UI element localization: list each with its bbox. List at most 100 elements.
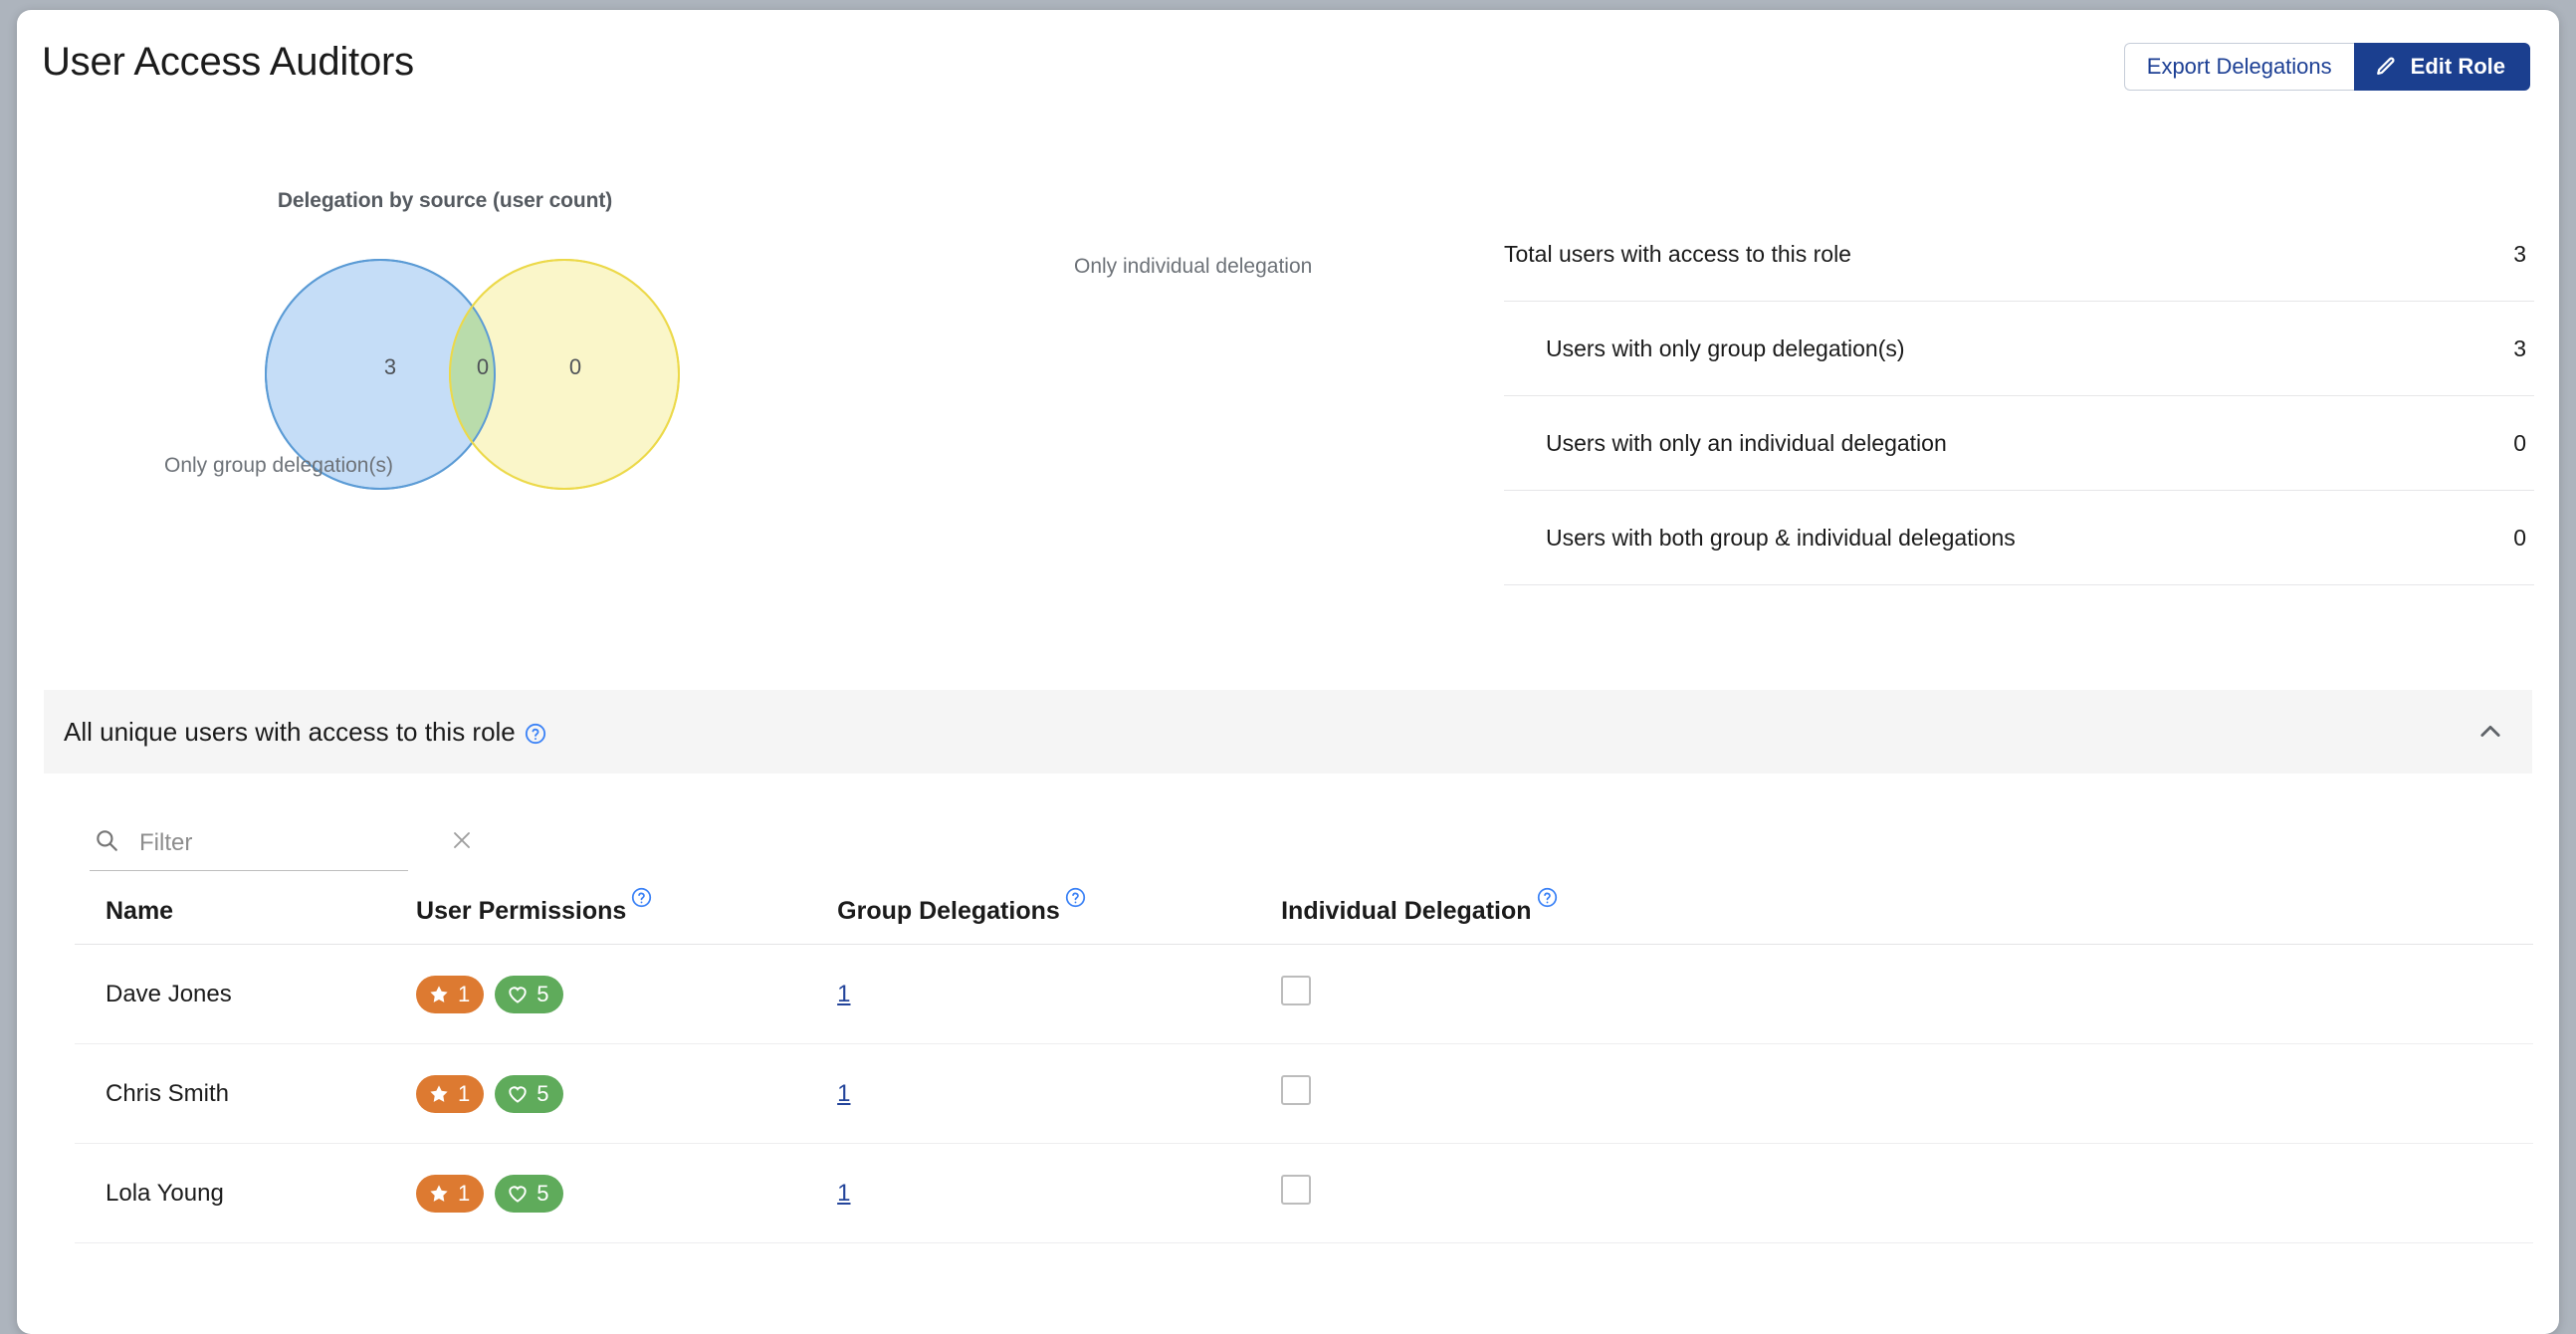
- permission-badges: 1 5: [416, 1174, 837, 1213]
- star-icon: [428, 1083, 450, 1105]
- group-delegations-link[interactable]: 1: [837, 1080, 850, 1107]
- venn-right-label: Only individual delegation: [1074, 255, 1313, 278]
- filter-input[interactable]: [137, 827, 450, 858]
- stat-row: Users with both group & individual deleg…: [1504, 491, 2534, 585]
- venn-diagram: Delegation by source (user count) Only g…: [17, 117, 1490, 615]
- stat-value: 0: [2513, 524, 2526, 551]
- column-header-text: Individual Delegation: [1281, 897, 1532, 925]
- permission-badges: 1 5: [416, 1074, 837, 1113]
- stats-table: Total users with access to this role 3 U…: [1504, 207, 2534, 585]
- star-count: 1: [458, 981, 471, 1006]
- users-panel-body: Name User Permissions: [44, 815, 2533, 1243]
- stat-label: Total users with access to this role: [1504, 240, 1851, 267]
- column-header-individual-delegation: Individual Delegation: [1281, 887, 2533, 945]
- individual-delegation-cell: [1281, 1043, 2533, 1144]
- venn-right-count: 0: [568, 354, 582, 379]
- individual-delegation-checkbox[interactable]: [1281, 976, 1312, 1005]
- column-header-user-permissions: User Permissions: [416, 887, 838, 945]
- close-icon[interactable]: [450, 828, 480, 857]
- individual-delegation-cell: [1281, 1143, 2533, 1243]
- filter-field: [90, 815, 470, 871]
- stat-label: Users with both group & individual deleg…: [1546, 524, 2016, 551]
- help-circle-icon[interactable]: [1537, 886, 1558, 908]
- individual-delegation-cell: [1281, 944, 2533, 1044]
- chevron-up-icon[interactable]: [2476, 718, 2504, 746]
- header-actions: Export Delegations Edit Role: [2123, 43, 2530, 91]
- venn-left-label: Only group delegation(s): [164, 454, 393, 477]
- column-header-group-delegations: Group Delegations: [837, 887, 1282, 945]
- users-table-body: Dave Jones 1 5 1 Chris Smith 1 5 1 Lola …: [75, 944, 2533, 1243]
- stat-row: Total users with access to this role 3: [1504, 207, 2534, 302]
- stat-label: Users with only group delegation(s): [1546, 334, 1905, 361]
- user-permissions-cell: 1 5: [416, 1143, 838, 1243]
- user-name-cell: Chris Smith: [75, 1043, 417, 1144]
- help-circle-icon[interactable]: [525, 721, 546, 745]
- group-delegations-cell: 1: [837, 944, 1282, 1044]
- table-row: Chris Smith 1 5 1: [75, 1043, 2533, 1144]
- star-count: 1: [458, 1180, 471, 1206]
- users-panel-header[interactable]: All unique users with access to this rol…: [44, 690, 2532, 774]
- heart-permission-badge[interactable]: 5: [495, 975, 563, 1013]
- venn-title: Delegation by source (user count): [17, 189, 1490, 213]
- page-header: User Access Auditors Export Delegations …: [17, 10, 2559, 117]
- column-header-group-delegations-label: Group Delegations: [837, 887, 1086, 926]
- page-title: User Access Auditors: [42, 40, 414, 84]
- star-permission-badge[interactable]: 1: [416, 1174, 485, 1213]
- edit-role-button[interactable]: Edit Role: [2353, 43, 2530, 91]
- help-circle-icon[interactable]: [1065, 886, 1086, 908]
- heart-count: 5: [537, 1180, 549, 1206]
- page-card: User Access Auditors Export Delegations …: [17, 10, 2559, 1334]
- venn-title-text: Delegation by source (user count): [277, 189, 613, 212]
- table-row: Lola Young 1 5 1: [75, 1143, 2533, 1243]
- pencil-icon: [2375, 56, 2397, 78]
- heart-permission-badge[interactable]: 5: [495, 1174, 563, 1213]
- venn-left-count: 3: [383, 354, 397, 379]
- stat-label: Users with only an individual delegation: [1546, 429, 1947, 456]
- column-header-text: Group Delegations: [837, 897, 1060, 925]
- users-table-head: Name User Permissions Group Delegations …: [75, 887, 2533, 945]
- user-permissions-cell: 1 5: [416, 1043, 838, 1144]
- export-delegations-button[interactable]: Export Delegations: [2123, 43, 2354, 91]
- user-name-cell: Lola Young: [75, 1143, 417, 1243]
- heart-icon: [507, 984, 529, 1005]
- stat-value: 0: [2513, 429, 2526, 456]
- users-panel-title: All unique users with access to this rol…: [64, 717, 546, 748]
- heart-count: 5: [537, 981, 549, 1006]
- users-panel: All unique users with access to this rol…: [44, 690, 2533, 1243]
- individual-delegation-checkbox[interactable]: [1281, 1075, 1312, 1105]
- group-delegations-cell: 1: [837, 1043, 1282, 1144]
- column-header-name-label: Name: [106, 897, 174, 925]
- heart-permission-badge[interactable]: 5: [495, 1074, 563, 1113]
- permission-badges: 1 5: [416, 975, 837, 1013]
- user-permissions-cell: 1 5: [416, 944, 838, 1044]
- star-permission-badge[interactable]: 1: [416, 1074, 485, 1113]
- table-row: Dave Jones 1 5 1: [75, 944, 2533, 1044]
- stat-value: 3: [2513, 240, 2526, 267]
- stat-row: Users with only group delegation(s) 3: [1504, 302, 2534, 396]
- venn-intersection-count: 0: [476, 354, 490, 379]
- group-delegations-link[interactable]: 1: [837, 1180, 850, 1207]
- edit-role-label: Edit Role: [2410, 54, 2505, 79]
- column-header-individual-delegation-label: Individual Delegation: [1281, 887, 1557, 926]
- column-header-text: User Permissions: [416, 897, 627, 925]
- summary-section: Delegation by source (user count) Only g…: [17, 117, 2559, 615]
- star-icon: [428, 984, 450, 1005]
- users-table: Name User Permissions Group Delegations …: [75, 887, 2533, 1243]
- users-panel-title-text: All unique users with access to this rol…: [64, 716, 516, 747]
- help-circle-icon[interactable]: [631, 886, 652, 908]
- group-delegations-link[interactable]: 1: [837, 981, 850, 1007]
- star-count: 1: [458, 1080, 471, 1106]
- individual-delegation-checkbox[interactable]: [1281, 1175, 1312, 1205]
- column-header-user-permissions-label: User Permissions: [416, 887, 652, 926]
- stat-value: 3: [2513, 334, 2526, 361]
- table-header-row: Name User Permissions Group Delegations …: [75, 887, 2533, 945]
- column-header-name: Name: [75, 897, 417, 945]
- star-icon: [428, 1183, 450, 1205]
- stat-row: Users with only an individual delegation…: [1504, 396, 2534, 491]
- star-permission-badge[interactable]: 1: [416, 975, 485, 1013]
- group-delegations-cell: 1: [837, 1143, 1282, 1243]
- user-name-cell: Dave Jones: [75, 944, 417, 1044]
- search-icon: [90, 827, 119, 858]
- heart-icon: [507, 1183, 529, 1205]
- venn-svg: [265, 259, 680, 490]
